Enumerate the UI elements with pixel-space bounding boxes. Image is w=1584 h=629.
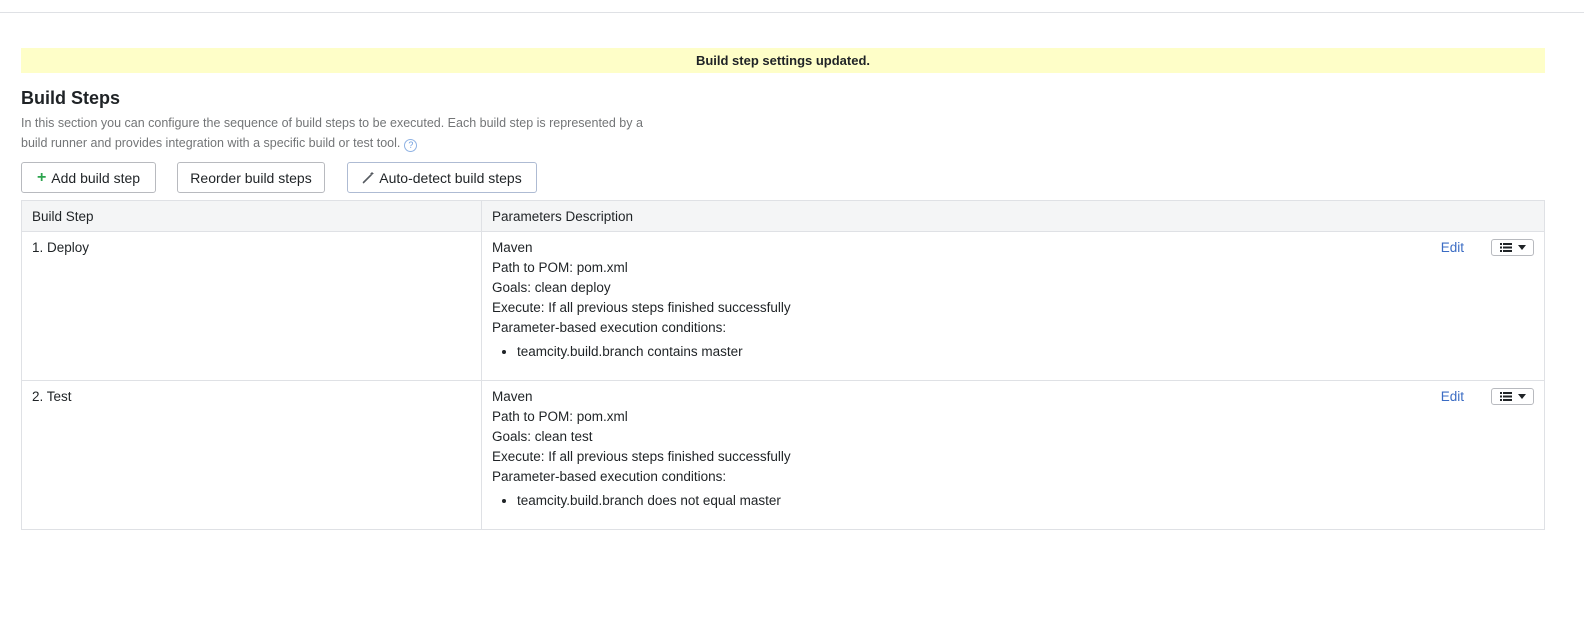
goals: Goals: clean test bbox=[492, 429, 593, 444]
list-icon bbox=[1499, 243, 1512, 252]
goals: Goals: clean deploy bbox=[492, 280, 611, 295]
success-message-text: Build step settings updated. bbox=[695, 53, 871, 68]
pom-path: Path to POM: pom.xml bbox=[492, 409, 628, 424]
step-actions-menu-button[interactable] bbox=[1491, 239, 1534, 256]
build-step-name: 2. Test bbox=[21, 380, 482, 530]
header-build-step: Build Step bbox=[21, 200, 482, 232]
build-step-name: 1. Deploy bbox=[21, 231, 482, 381]
auto-detect-label: Auto-detect build steps bbox=[379, 169, 522, 186]
condition-item: teamcity.build.branch contains master bbox=[517, 342, 1534, 362]
plus-icon: + bbox=[36, 168, 47, 186]
chevron-down-icon bbox=[1517, 245, 1526, 250]
header-parameters-description: Parameters Description bbox=[481, 200, 1545, 232]
conditions-list: teamcity.build.branch contains master bbox=[517, 342, 1534, 362]
page-title: Build Steps bbox=[21, 88, 121, 108]
condition-item: teamcity.build.branch does not equal mas… bbox=[517, 491, 1534, 511]
edit-link[interactable]: Edit bbox=[1441, 238, 1464, 258]
description-line-1: In this section you can configure the se… bbox=[21, 116, 643, 130]
auto-detect-build-steps-button[interactable]: Auto-detect build steps bbox=[347, 162, 537, 193]
runner-type: Maven bbox=[492, 240, 533, 255]
table-row: 1. Deploy Maven Path to POM: pom.xml Goa… bbox=[21, 231, 1545, 381]
parameters-description-cell: Maven Path to POM: pom.xml Goals: clean … bbox=[481, 231, 1545, 381]
help-icon[interactable]: ? bbox=[404, 139, 418, 152]
reorder-build-steps-button[interactable]: Reorder build steps bbox=[177, 162, 325, 193]
pom-path: Path to POM: pom.xml bbox=[492, 260, 628, 275]
execute-policy: Execute: If all previous steps finished … bbox=[492, 300, 791, 315]
build-steps-table: Build Step Parameters Description 1. Dep… bbox=[21, 200, 1545, 530]
success-message: Build step settings updated. bbox=[21, 48, 1545, 73]
magic-wand-icon bbox=[362, 171, 375, 184]
table-header-row: Build Step Parameters Description bbox=[21, 200, 1545, 232]
conditions-label: Parameter-based execution conditions: bbox=[492, 469, 727, 484]
execute-policy: Execute: If all previous steps finished … bbox=[492, 449, 791, 464]
list-icon bbox=[1499, 392, 1512, 401]
chevron-down-icon bbox=[1517, 394, 1526, 399]
conditions-list: teamcity.build.branch does not equal mas… bbox=[517, 491, 1534, 511]
section-description: In this section you can configure the se… bbox=[21, 113, 661, 153]
edit-link[interactable]: Edit bbox=[1441, 387, 1464, 407]
add-build-step-label: Add build step bbox=[51, 169, 141, 186]
description-line-2: build runner and provides integration wi… bbox=[21, 136, 401, 150]
top-divider bbox=[0, 12, 1584, 13]
parameters-description-cell: Maven Path to POM: pom.xml Goals: clean … bbox=[481, 380, 1545, 530]
add-build-step-button[interactable]: + Add build step bbox=[21, 162, 156, 193]
runner-type: Maven bbox=[492, 389, 533, 404]
table-row: 2. Test Maven Path to POM: pom.xml Goals… bbox=[21, 380, 1545, 530]
step-actions-menu-button[interactable] bbox=[1491, 388, 1534, 405]
conditions-label: Parameter-based execution conditions: bbox=[492, 320, 727, 335]
